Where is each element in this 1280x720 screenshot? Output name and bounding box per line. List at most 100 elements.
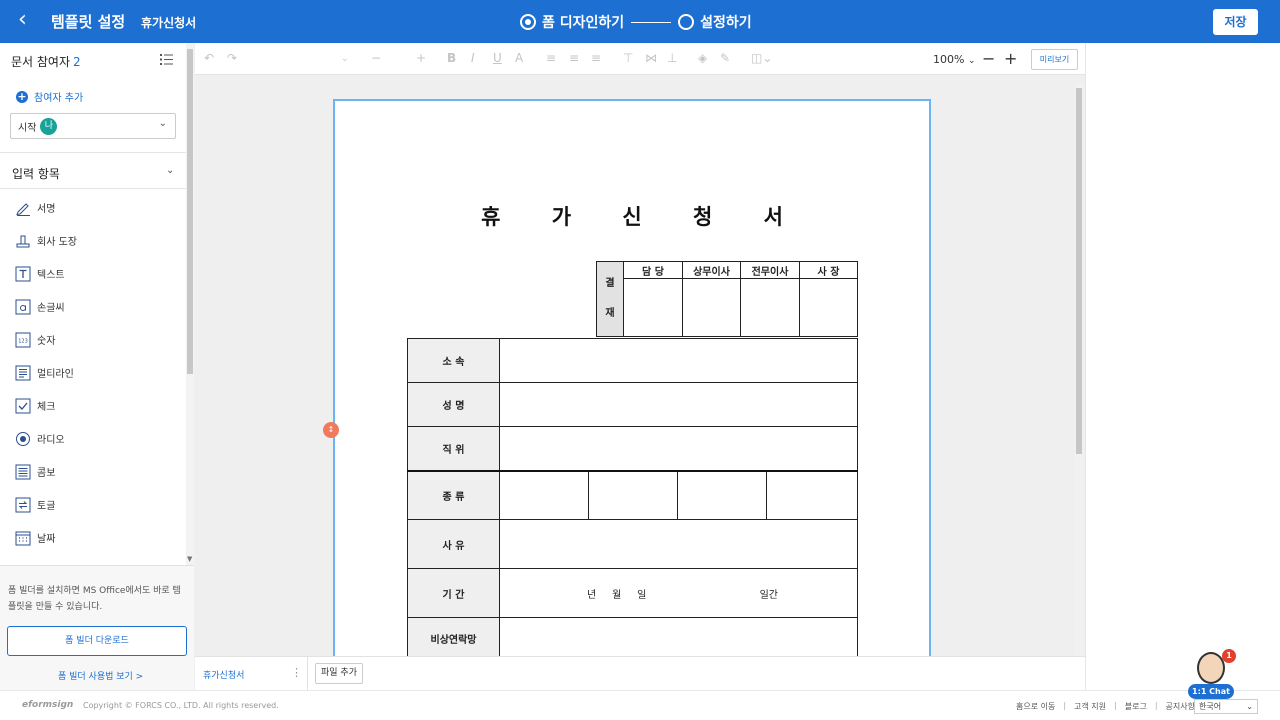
footer-link-notice[interactable]: 공지사항 — [1166, 701, 1195, 712]
approval-cell[interactable] — [682, 278, 741, 337]
input-item-combo[interactable]: 콤보 — [0, 455, 186, 488]
document-name: 휴가신청서 — [141, 16, 197, 30]
approval-side-label-1: 결 — [605, 278, 615, 289]
step-connector — [631, 21, 672, 23]
step-label: 설정하기 — [700, 15, 752, 31]
italic-icon[interactable]: I — [471, 51, 475, 65]
row-label-emergency-contact: 비상연락망 — [407, 617, 500, 656]
properties-panel — [1085, 43, 1280, 690]
footer-separator: | — [1154, 701, 1158, 710]
type-field-cell[interactable] — [588, 469, 678, 520]
input-item-signature[interactable]: 서명 — [0, 191, 186, 224]
list-icon[interactable] — [160, 54, 173, 65]
valign-top-icon[interactable]: ⊤ — [623, 51, 633, 65]
input-item-check[interactable]: 체크 — [0, 389, 186, 422]
participant-select-label: 시작 — [18, 122, 37, 134]
position-field[interactable] — [499, 426, 858, 471]
footer-link-support[interactable]: 고객 지원 — [1074, 701, 1106, 712]
department-field[interactable] — [499, 338, 858, 383]
fill-color-icon[interactable]: ◈ — [698, 51, 707, 65]
input-item-text[interactable]: 텍스트 — [0, 257, 186, 290]
reason-field[interactable] — [499, 519, 858, 569]
save-button[interactable]: 저장 — [1213, 9, 1258, 35]
input-items-title: 입력 항목 — [12, 167, 60, 181]
approval-cell[interactable] — [799, 278, 858, 337]
zoom-in-button[interactable]: + — [1004, 49, 1017, 68]
emergency-contact-field[interactable] — [499, 617, 858, 656]
participant-select[interactable]: 시작 나 ⌄ — [10, 113, 176, 139]
back-arrow-icon[interactable]: ‹ — [18, 9, 40, 32]
font-size-decrease-icon[interactable]: − — [371, 51, 381, 65]
approval-cell[interactable] — [623, 278, 683, 337]
input-item-radio[interactable]: 라디오 — [0, 422, 186, 455]
name-field[interactable] — [499, 382, 858, 427]
radio-unselected-icon — [678, 14, 695, 30]
scrollbar-thumb[interactable] — [1076, 88, 1082, 454]
input-item-number[interactable]: 123 숫자 — [0, 323, 186, 356]
form-builder-guide-link[interactable]: 폼 빌더 사용법 보기 > — [58, 669, 143, 682]
canvas-scrollbar[interactable] — [1075, 84, 1083, 656]
align-left-icon[interactable]: ≡ — [546, 51, 556, 65]
border-style-icon[interactable]: ◫⌄ — [751, 51, 772, 65]
row-label-name: 성 명 — [407, 382, 500, 427]
input-item-multiline[interactable]: 멀티라인 — [0, 356, 186, 389]
participants-panel: 문서 참여자 2 + 참여자 추가 시작 나 ⌄ — [0, 43, 186, 153]
cursor-marker-icon: ↕ — [323, 422, 339, 438]
input-item-label: 라디오 — [37, 435, 65, 446]
approval-cell[interactable] — [740, 278, 800, 337]
align-center-icon[interactable]: ≡ — [569, 51, 579, 65]
font-color-icon[interactable]: A — [515, 51, 523, 65]
redo-icon[interactable]: ↷ — [227, 51, 237, 65]
document-canvas: 휴 가 신 청 서 ↕ 결재 담 당 상무이사 전무이사 사 장 소 속 성 명… — [195, 76, 1085, 656]
step-form-design[interactable]: 폼 디자인하기 — [520, 12, 624, 32]
chevron-down-icon: ⌄ — [166, 165, 175, 176]
align-right-icon[interactable]: ≡ — [591, 51, 601, 65]
page-title: 템플릿 설정 — [51, 13, 126, 31]
period-date-text: 년 월 일 — [587, 589, 647, 601]
input-item-stamp[interactable]: 회사 도장 — [0, 224, 186, 257]
font-dropdown-chevron-icon[interactable]: ⌄ — [341, 54, 349, 64]
input-items-header[interactable]: 입력 항목 ⌄ — [0, 157, 186, 189]
stamp-icon — [15, 233, 31, 249]
scrollbar-thumb[interactable] — [187, 49, 193, 374]
approval-column-header: 상무이사 — [682, 261, 741, 279]
type-field-cell[interactable] — [499, 469, 589, 520]
step-settings[interactable]: 설정하기 — [678, 12, 752, 32]
language-select[interactable]: 한국어 ⌄ — [1194, 699, 1258, 714]
form-builder-download-button[interactable]: 폼 빌더 다운로드 — [7, 626, 187, 656]
input-item-label: 회사 도장 — [37, 237, 77, 248]
chat-widget[interactable]: 1 1:1 Chat — [1188, 649, 1236, 700]
input-item-toggle[interactable]: 토글 — [0, 488, 186, 521]
zoom-out-button[interactable]: − — [982, 49, 995, 68]
chevron-down-icon: ⌄ — [967, 56, 976, 66]
sidebar-scrollbar[interactable]: ▼ — [186, 43, 194, 565]
document-tab[interactable]: 휴가신청서 ⋮ — [195, 657, 308, 691]
border-edit-icon[interactable]: ✎ — [720, 51, 730, 65]
type-field-cell[interactable] — [677, 469, 767, 520]
period-field[interactable]: 년 월 일 일간 — [499, 568, 858, 618]
promo-text: 폼 빌더를 설치하면 MS Office에서도 바로 템플릿을 만들 수 있습니… — [8, 586, 181, 612]
approval-column-header: 사 장 — [799, 261, 858, 279]
document-page[interactable]: 휴 가 신 청 서 ↕ 결재 담 당 상무이사 전무이사 사 장 소 속 성 명… — [323, 99, 931, 656]
input-item-handwriting[interactable]: 손글씨 — [0, 290, 186, 323]
step-label: 폼 디자인하기 — [542, 15, 625, 31]
document-heading: 휴 가 신 청 서 — [481, 205, 805, 229]
approval-column-header: 전무이사 — [740, 261, 800, 279]
scroll-down-icon[interactable]: ▼ — [187, 555, 192, 563]
underline-icon[interactable]: U — [493, 51, 502, 65]
footer-link-home[interactable]: 홈으로 이동 — [1016, 701, 1055, 712]
undo-icon[interactable]: ↶ — [204, 51, 214, 65]
zoom-level-select[interactable]: 100% ⌄ — [933, 53, 976, 66]
font-size-increase-icon[interactable]: + — [416, 51, 426, 65]
valign-bottom-icon[interactable]: ⊥ — [667, 51, 677, 65]
more-options-icon[interactable]: ⋮ — [291, 666, 302, 679]
bold-icon[interactable]: B — [447, 51, 456, 65]
input-item-date[interactable]: 날짜 — [0, 521, 186, 554]
type-field-cell[interactable] — [766, 469, 858, 520]
footer-link-blog[interactable]: 블로그 — [1125, 701, 1147, 712]
add-file-button[interactable]: 파일 추가 — [315, 663, 363, 684]
valign-middle-icon[interactable]: ⋈ — [645, 51, 657, 65]
preview-button[interactable]: 미리보기 — [1031, 49, 1078, 70]
add-participant-button[interactable]: + 참여자 추가 — [16, 89, 83, 104]
approval-side-label: 결재 — [596, 261, 624, 337]
